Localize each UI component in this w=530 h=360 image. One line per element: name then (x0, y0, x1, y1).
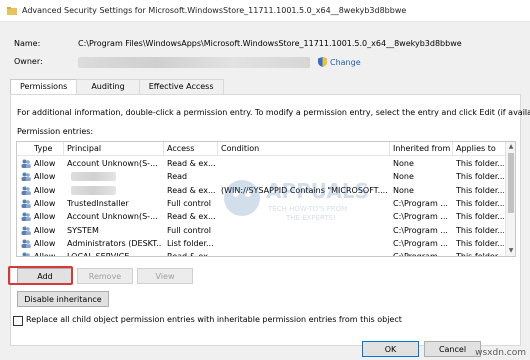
tab-effective-access[interactable]: Effective Access (138, 79, 224, 94)
cell-access: List folder... (167, 238, 214, 248)
cell-access: Read (167, 172, 188, 182)
user-group-icon (22, 252, 30, 256)
title-bar: Advanced Security Settings for Microsoft… (0, 0, 530, 22)
column-header-applies-to[interactable]: Applies to (456, 144, 496, 153)
user-group-icon (21, 239, 31, 248)
user-group-icon (21, 226, 31, 235)
column-header-inherited-from[interactable]: Inherited from (393, 144, 450, 153)
view-button[interactable]: View (137, 268, 193, 284)
cell-principal: SYSTEM (67, 225, 99, 235)
replace-child-permissions-checkbox[interactable] (13, 316, 23, 326)
cell-condition: (WIN://SYSAPPID Contains "MICROSOFT.... (221, 185, 387, 195)
add-button-highlight (8, 266, 73, 285)
cell-type: Allow (34, 238, 56, 248)
user-group-icon (21, 172, 31, 182)
cell-access: Read & ex... (167, 252, 216, 257)
cell-inherited: None (393, 185, 414, 195)
disable-inheritance-button[interactable]: Disable inheritance (17, 291, 109, 307)
cell-applies: This folder... (456, 212, 504, 222)
scrollbar-thumb[interactable] (508, 153, 514, 213)
scroll-up-icon[interactable]: ▲ (506, 142, 515, 152)
cell-applies: This folder... (456, 159, 504, 168)
cell-inherited: C:\Program ... (393, 225, 448, 235)
cell-access: Read & ex... (167, 212, 216, 222)
folder-icon (7, 7, 17, 15)
cell-type: Allow (34, 252, 56, 257)
table-row[interactable]: Allow Account Unknown(S-... Read & ex... C:… (17, 210, 506, 223)
cell-inherited: C:\Program ... (393, 212, 448, 222)
table-vertical-scrollbar[interactable]: ▲ ▼ (505, 142, 515, 256)
table-row[interactable]: Allow Account Unknown(S-... Read & ex... No… (17, 157, 506, 170)
cell-access: Full control (167, 225, 211, 235)
user-group-icon (21, 199, 31, 208)
table-row[interactable]: Allow Read None This folder... (17, 170, 506, 183)
name-value: C:\Program Files\WindowsApps\Microsoft.W… (78, 39, 462, 48)
column-header-principal[interactable]: Principal (67, 144, 101, 153)
table-row[interactable]: Allow TrustedInstaller Full control C:\Prog… (17, 197, 506, 210)
table-row[interactable]: Allow SYSTEM Full control C:\Program ... Thi… (17, 224, 506, 237)
cell-applies: This folder... (456, 252, 504, 257)
cell-type: Allow (34, 172, 56, 182)
cell-type: Allow (34, 198, 56, 208)
cell-inherited: None (393, 159, 414, 168)
cell-inherited: C:\Program ... (393, 198, 448, 208)
table-row[interactable]: Allow Read & ex... (WIN://SYSAPPID Contain… (17, 184, 506, 197)
owner-value-redacted (78, 57, 310, 68)
cell-principal: TrustedInstaller (67, 198, 129, 208)
name-label: Name: (14, 39, 41, 48)
cell-principal: Administrators (DESKT... (67, 238, 161, 248)
cell-applies: This folder... (456, 185, 504, 195)
permission-entries-label: Permission entries: (17, 127, 94, 136)
tab-permissions[interactable]: Permissions (10, 79, 78, 95)
window-title: Advanced Security Settings for Microsoft… (22, 6, 407, 15)
cell-type: Allow (34, 212, 56, 222)
permission-entries-table: Type Principal Access Condition Inherite… (16, 141, 516, 257)
tab-auditing[interactable]: Auditing (76, 79, 140, 94)
scroll-down-icon[interactable]: ▼ (506, 246, 515, 256)
cell-applies: This folder... (456, 238, 504, 248)
cell-principal: Account Unknown(S-... (67, 212, 158, 222)
cancel-button[interactable]: Cancel (424, 341, 481, 357)
column-header-condition[interactable]: Condition (221, 144, 259, 153)
cell-access: Full control (167, 198, 211, 208)
cell-type: Allow (34, 225, 56, 235)
cell-type: Allow (34, 185, 56, 195)
user-group-icon (21, 186, 31, 195)
column-header-type[interactable]: Type (34, 144, 52, 153)
user-group-icon (21, 212, 31, 222)
cell-type: Allow (34, 159, 56, 168)
cell-access: Read & ex... (167, 185, 216, 195)
owner-label: Owner: (14, 57, 43, 66)
site-watermark: wsxdn.com (475, 348, 526, 358)
principal-redacted (71, 185, 116, 195)
cell-applies: This folder... (456, 172, 504, 182)
cell-inherited: None (393, 172, 414, 182)
permissions-panel: For additional information, double-click… (10, 94, 530, 346)
ok-button[interactable]: OK (362, 341, 419, 357)
cell-inherited: C:\Program ... (393, 238, 448, 248)
user-group-icon (21, 159, 31, 168)
cell-inherited: C:\Program ... (393, 252, 448, 257)
cell-principal: LOCAL SERVICE (67, 252, 130, 257)
hint-text: For additional information, double-click… (17, 108, 530, 117)
cell-principal: Account Unknown(S-... (67, 159, 158, 168)
cell-applies: This folder... (456, 198, 504, 208)
cell-applies: This folder... (456, 225, 504, 235)
cell-access: Read & ex... (167, 159, 216, 168)
table-row[interactable]: Allow LOCAL SERVICE Read & ex... C:\Program… (17, 250, 506, 257)
table-row[interactable]: Allow Administrators (DESKT... List folder… (17, 237, 506, 250)
table-header: Type Principal Access Condition Inherite… (17, 142, 506, 156)
column-header-access[interactable]: Access (167, 144, 194, 153)
remove-button[interactable]: Remove (77, 268, 133, 284)
change-owner-link[interactable]: Change (318, 57, 361, 67)
replace-child-permissions-label[interactable]: Replace all child object permission entr… (26, 315, 402, 324)
change-link-label[interactable]: Change (330, 58, 361, 67)
uac-shield-icon (318, 57, 327, 67)
principal-redacted (71, 172, 116, 182)
tab-strip: Permissions Auditing Effective Access (10, 79, 224, 95)
